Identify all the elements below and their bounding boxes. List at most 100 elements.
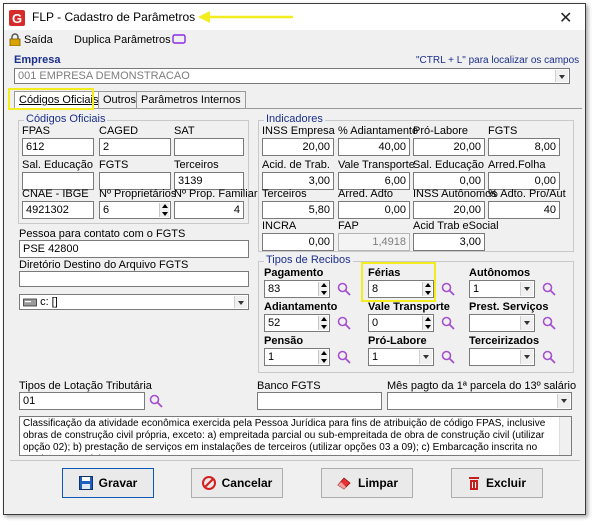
chevron-down-icon[interactable] [520, 282, 533, 296]
spinner-icon[interactable] [318, 282, 328, 296]
lotacao-input[interactable]: 01 [19, 392, 145, 410]
indicator-label: INSS Autônomos [413, 188, 497, 200]
chevron-down-icon[interactable] [234, 296, 247, 308]
tab-parametros-internos[interactable]: Parâmetros Internos [136, 91, 246, 108]
main-window: G FLP - Cadastro de Parâmetros ✕ Saída D… [3, 3, 586, 515]
clear-button[interactable]: Limpar [321, 468, 413, 498]
pro-labore-select[interactable]: 1 [368, 348, 434, 366]
tab-strip: Códigos Oficiais Outros Parâmetros Inter… [12, 91, 582, 109]
fgts-label: FGTS [99, 159, 129, 171]
pagamento-label: Pagamento [264, 267, 324, 279]
vale-transporte-stepper[interactable]: 0 [368, 314, 434, 332]
spinner-icon[interactable] [422, 316, 432, 330]
indicator-input[interactable]: 20,00 [413, 201, 485, 219]
company-label: Empresa [14, 54, 61, 66]
description-content: Classificação da atividade econômica exe… [23, 418, 546, 455]
indicator-input[interactable]: 0,00 [338, 201, 410, 219]
close-icon[interactable]: ✕ [559, 8, 572, 28]
official-codes-title: Códigos Oficiais [24, 113, 108, 125]
search-icon[interactable] [441, 350, 455, 364]
indicator-label: FGTS [488, 125, 518, 137]
spinner-icon[interactable] [159, 203, 169, 217]
mes-13-label: Mês pagto da 1ª parcela do 13º salário [387, 380, 577, 392]
search-icon[interactable] [441, 282, 455, 296]
search-icon[interactable] [337, 350, 351, 364]
autonomos-value: 1 [473, 283, 480, 295]
indicator-label: Arred.Folha [488, 159, 546, 171]
contact-input[interactable]: PSE 42800 [19, 240, 249, 258]
sat-label: SAT [174, 125, 195, 137]
vale-transporte-label: Vale Transporte [368, 301, 450, 313]
lock-icon[interactable] [9, 33, 21, 46]
pagamento-stepper[interactable]: 83 [264, 280, 330, 298]
indicator-input[interactable]: 5,80 [262, 201, 334, 219]
indicator-label: Acid. de Trab. [262, 159, 330, 171]
tab-outros[interactable]: Outros [98, 91, 142, 108]
shortcut-hint: "CTRL + L" para localizar os campos [416, 55, 580, 66]
fpas-input[interactable]: 612 [22, 138, 94, 156]
terceirizados-label: Terceirizados [469, 335, 540, 347]
n-prop-familiar-input[interactable]: 4 [174, 201, 244, 219]
indicator-label: % Adiantamento [338, 125, 419, 137]
mes-13-select[interactable] [387, 392, 572, 410]
spinner-icon[interactable] [318, 316, 328, 330]
n-proprietarios-label: Nº Proprietários [99, 188, 177, 200]
pro-labore-label: Pró-Labore [368, 335, 427, 347]
search-icon[interactable] [441, 316, 455, 330]
indicator-input[interactable]: 20,00 [262, 138, 334, 156]
chevron-down-icon[interactable] [520, 350, 533, 364]
pensao-label: Pensão [264, 335, 304, 347]
indicator-input[interactable]: 20,00 [413, 138, 485, 156]
indicator-label: Arred. Adto [338, 188, 394, 200]
window-title: FLP - Cadastro de Parâmetros [32, 10, 196, 24]
chevron-down-icon[interactable] [555, 70, 568, 82]
pensao-stepper[interactable]: 1 [264, 348, 330, 366]
indicator-label: FAP [338, 220, 359, 232]
search-icon[interactable] [149, 394, 163, 408]
search-icon[interactable] [542, 350, 556, 364]
fgts-dir-input[interactable] [19, 271, 249, 287]
caged-input[interactable]: 2 [99, 138, 171, 156]
search-icon[interactable] [337, 282, 351, 296]
cnae-input[interactable]: 4921302 [22, 201, 94, 219]
receipts-title: Tipos de Recibos [264, 254, 353, 266]
search-icon[interactable] [542, 316, 556, 330]
prest-servicos-select[interactable] [469, 314, 535, 332]
terceirizados-select[interactable] [469, 348, 535, 366]
chevron-down-icon[interactable] [520, 316, 533, 330]
adiantamento-stepper[interactable]: 52 [264, 314, 330, 332]
pagamento-value: 83 [268, 283, 281, 295]
delete-button[interactable]: Excluir [451, 468, 543, 498]
banco-fgts-input[interactable] [257, 392, 382, 410]
caged-label: CAGED [99, 125, 139, 137]
company-select[interactable]: 001 EMPRESA DEMONSTRACAO [14, 68, 570, 84]
exit-button[interactable]: Saída [24, 34, 53, 46]
chevron-down-icon[interactable] [419, 350, 432, 364]
scrollbar[interactable] [559, 417, 571, 455]
indicator-input[interactable]: 3,00 [413, 233, 485, 251]
chevron-down-icon[interactable] [557, 394, 570, 408]
pensao-value: 1 [268, 351, 275, 363]
autonomos-select[interactable]: 1 [469, 280, 535, 298]
delete-label: Excluir [485, 476, 527, 490]
indicator-input[interactable]: 40 [488, 201, 560, 219]
adiantamento-value: 52 [268, 317, 281, 329]
indicator-input[interactable]: 0,00 [262, 233, 334, 251]
duplicate-parameters-button[interactable]: Duplica Parâmetros [74, 34, 171, 46]
cancel-button[interactable]: Cancelar [191, 468, 283, 498]
banco-fgts-label: Banco FGTS [257, 380, 321, 392]
n-proprietarios-stepper[interactable]: 6 [99, 201, 171, 219]
search-icon[interactable] [337, 316, 351, 330]
monitor-icon[interactable] [172, 34, 186, 45]
annotation-arrow-icon [198, 11, 293, 23]
indicator-input[interactable]: 1,4918 [338, 233, 410, 251]
adiantamento-label: Adiantamento [264, 301, 338, 313]
indicator-input[interactable]: 8,00 [488, 138, 560, 156]
lotacao-label: Tipos de Lotação Tributária [19, 380, 152, 392]
spinner-icon[interactable] [318, 350, 328, 364]
search-icon[interactable] [542, 282, 556, 296]
save-button[interactable]: Gravar [62, 468, 154, 498]
drive-select[interactable]: c: [] [19, 294, 249, 310]
sat-input[interactable] [174, 138, 244, 156]
indicator-input[interactable]: 40,00 [338, 138, 410, 156]
